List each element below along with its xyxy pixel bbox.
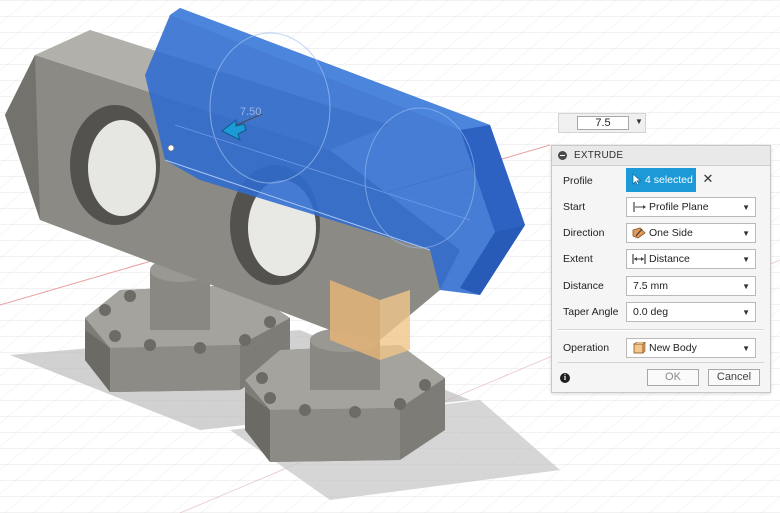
extent-label: Extent (563, 253, 593, 265)
collapse-icon[interactable] (558, 151, 567, 160)
chevron-down-icon: ▼ (742, 308, 750, 317)
chevron-down-icon: ▼ (742, 203, 750, 212)
profile-selection-button[interactable]: 4 selected (626, 168, 696, 192)
ok-button[interactable]: OK (647, 369, 699, 386)
pivot-dot (167, 144, 175, 152)
start-label: Start (563, 201, 586, 213)
chevron-down-icon: ▼ (742, 229, 750, 238)
start-value: Profile Plane (649, 201, 709, 213)
taper-angle-input[interactable]: 0.0 deg ▼ (626, 302, 756, 322)
info-icon[interactable]: i (560, 373, 570, 383)
cursor-arrow-icon (632, 173, 642, 186)
chevron-down-icon: ▼ (742, 255, 750, 264)
taper-angle-value: 0.0 deg (633, 306, 669, 318)
profile-label: Profile (563, 175, 593, 187)
profile-selection-value: 4 selected (645, 174, 693, 186)
taper-angle-label: Taper Angle (563, 306, 619, 318)
extent-dropdown[interactable]: Distance ▼ (626, 249, 756, 269)
direction-value: One Side (649, 227, 693, 239)
chevron-down-icon[interactable]: ▼ (635, 117, 643, 126)
distance-icon (632, 254, 646, 264)
operation-label: Operation (563, 342, 610, 354)
operation-value: New Body (649, 342, 697, 354)
one-side-icon (632, 227, 646, 239)
new-body-icon (633, 342, 646, 354)
distance-float-input[interactable]: 7.5 ▼ (558, 113, 646, 133)
dialog-footer: i OK Cancel (552, 364, 770, 392)
cancel-button[interactable]: Cancel (708, 369, 760, 386)
direction-dropdown[interactable]: One Side ▼ (626, 223, 756, 243)
operation-dropdown[interactable]: New Body ▼ (626, 338, 756, 358)
profile-plane-icon (633, 202, 646, 212)
distance-value: 7.5 mm (633, 280, 669, 292)
dialog-header[interactable]: EXTRUDE (552, 146, 770, 166)
divider-highlight (558, 330, 764, 331)
chevron-down-icon: ▼ (742, 282, 750, 291)
chevron-down-icon: ▼ (742, 344, 750, 353)
distance-float-value[interactable]: 7.5 (577, 116, 629, 130)
start-dropdown[interactable]: Profile Plane ▼ (626, 197, 756, 217)
dimension-label: 7.50 (240, 106, 261, 118)
direction-label: Direction (563, 227, 605, 239)
clear-selection-icon[interactable]: ✕ (702, 172, 714, 185)
dialog-title: EXTRUDE (574, 150, 624, 161)
distance-input[interactable]: 7.5 mm ▼ (626, 276, 756, 296)
extent-value: Distance (649, 253, 690, 265)
extrude-dialog: EXTRUDE Profile 4 selected ✕ Start Profi… (551, 145, 771, 393)
distance-label: Distance (563, 280, 604, 292)
footer-divider (558, 362, 764, 363)
